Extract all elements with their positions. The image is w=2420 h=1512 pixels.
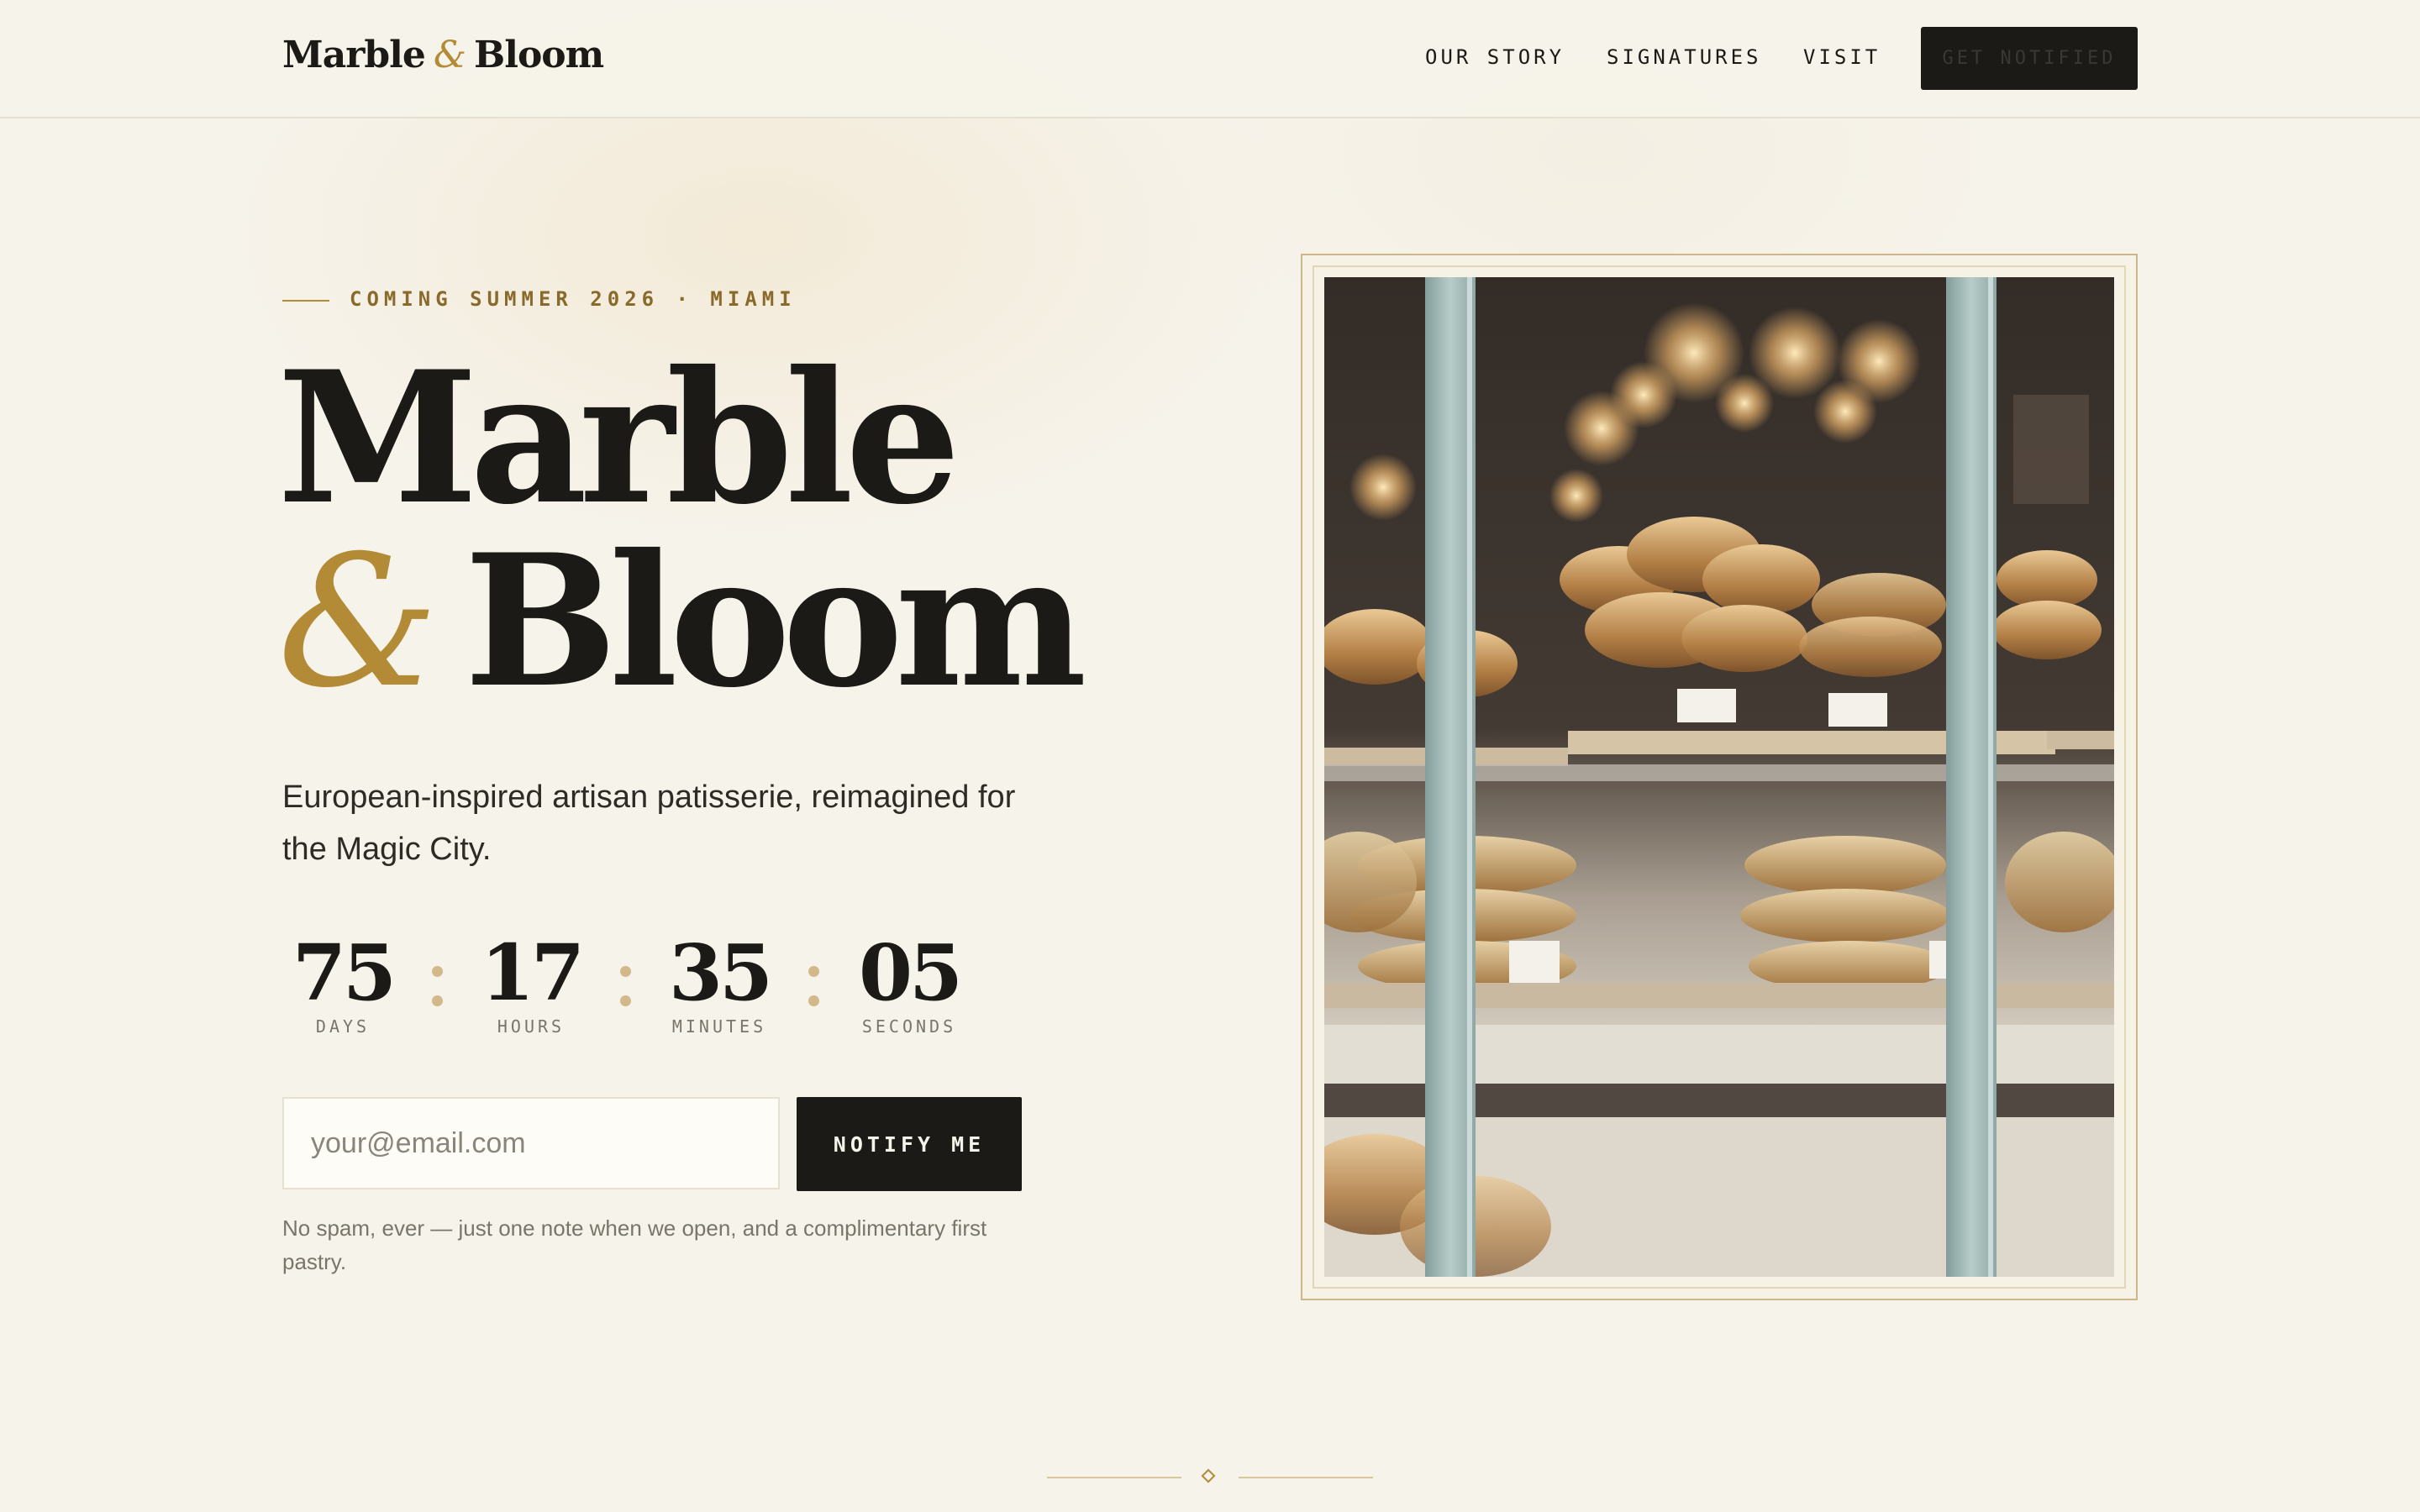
countdown-days-value: 75 bbox=[292, 927, 397, 1018]
email-field[interactable] bbox=[282, 1097, 780, 1189]
nav-link-our-story[interactable]: OUR STORY bbox=[1425, 45, 1565, 69]
nav-link-visit[interactable]: VISIT bbox=[1803, 45, 1881, 69]
signup-fine-print: No spam, ever — just one note when we op… bbox=[282, 1211, 1039, 1278]
countdown-seconds: 05 SECONDS bbox=[842, 931, 976, 1037]
logo-word-2: Bloom bbox=[474, 34, 604, 76]
logo-ampersand: & bbox=[433, 34, 466, 76]
hero-title-line-2: & Bloom bbox=[277, 529, 1087, 714]
diamond-divider-icon bbox=[1201, 1468, 1216, 1483]
countdown-hours: 17 HOURS bbox=[464, 931, 598, 1037]
countdown-separator bbox=[808, 966, 820, 1025]
divider-line-right bbox=[1239, 1477, 1373, 1478]
countdown-minutes-value: 35 bbox=[668, 927, 773, 1018]
hero-title-line-1: Marble bbox=[277, 331, 960, 544]
hero-title: Marble & Bloom bbox=[277, 331, 1087, 714]
hero-tagline: European-inspired artisan patisserie, re… bbox=[282, 771, 1081, 875]
hero-title-word-2: Bloom bbox=[464, 514, 1086, 727]
get-notified-button[interactable]: GET NOTIFIED bbox=[1921, 27, 2138, 90]
countdown-minutes-label: MINUTES bbox=[671, 1016, 767, 1037]
bakery-display-photo bbox=[1324, 277, 2114, 1277]
launch-eyebrow: COMING SUMMER 2026 · MIAMI bbox=[350, 287, 797, 311]
hero-title-ampersand: & bbox=[277, 517, 439, 727]
countdown-minutes: 35 MINUTES bbox=[652, 931, 786, 1037]
eyebrow-rule bbox=[282, 300, 329, 302]
countdown-separator bbox=[620, 966, 632, 1025]
countdown-hours-label: HOURS bbox=[497, 1016, 566, 1037]
logo-word-1: Marble bbox=[282, 34, 426, 76]
brand-logo[interactable]: Marble & Bloom bbox=[282, 34, 604, 76]
countdown-separator bbox=[432, 966, 444, 1025]
countdown-seconds-label: SECONDS bbox=[861, 1016, 957, 1037]
countdown-seconds-value: 05 bbox=[858, 927, 963, 1018]
tagline-line-1: European-inspired artisan patisserie, re… bbox=[282, 780, 1016, 815]
countdown-days: 75 DAYS bbox=[276, 931, 410, 1037]
countdown-days-label: DAYS bbox=[315, 1016, 371, 1037]
countdown-hours-value: 17 bbox=[480, 927, 585, 1018]
top-nav: Marble & Bloom OUR STORY SIGNATURES VISIT … bbox=[0, 0, 2420, 118]
notify-me-button[interactable]: NOTIFY ME bbox=[797, 1097, 1022, 1191]
divider-line-left bbox=[1047, 1477, 1181, 1478]
nav-link-signatures[interactable]: SIGNATURES bbox=[1607, 45, 1762, 69]
fine-print-line-2: pastry. bbox=[282, 1249, 347, 1274]
tagline-line-2: the Magic City. bbox=[282, 832, 492, 867]
fine-print-line-1: No spam, ever — just one note when we op… bbox=[282, 1215, 987, 1241]
